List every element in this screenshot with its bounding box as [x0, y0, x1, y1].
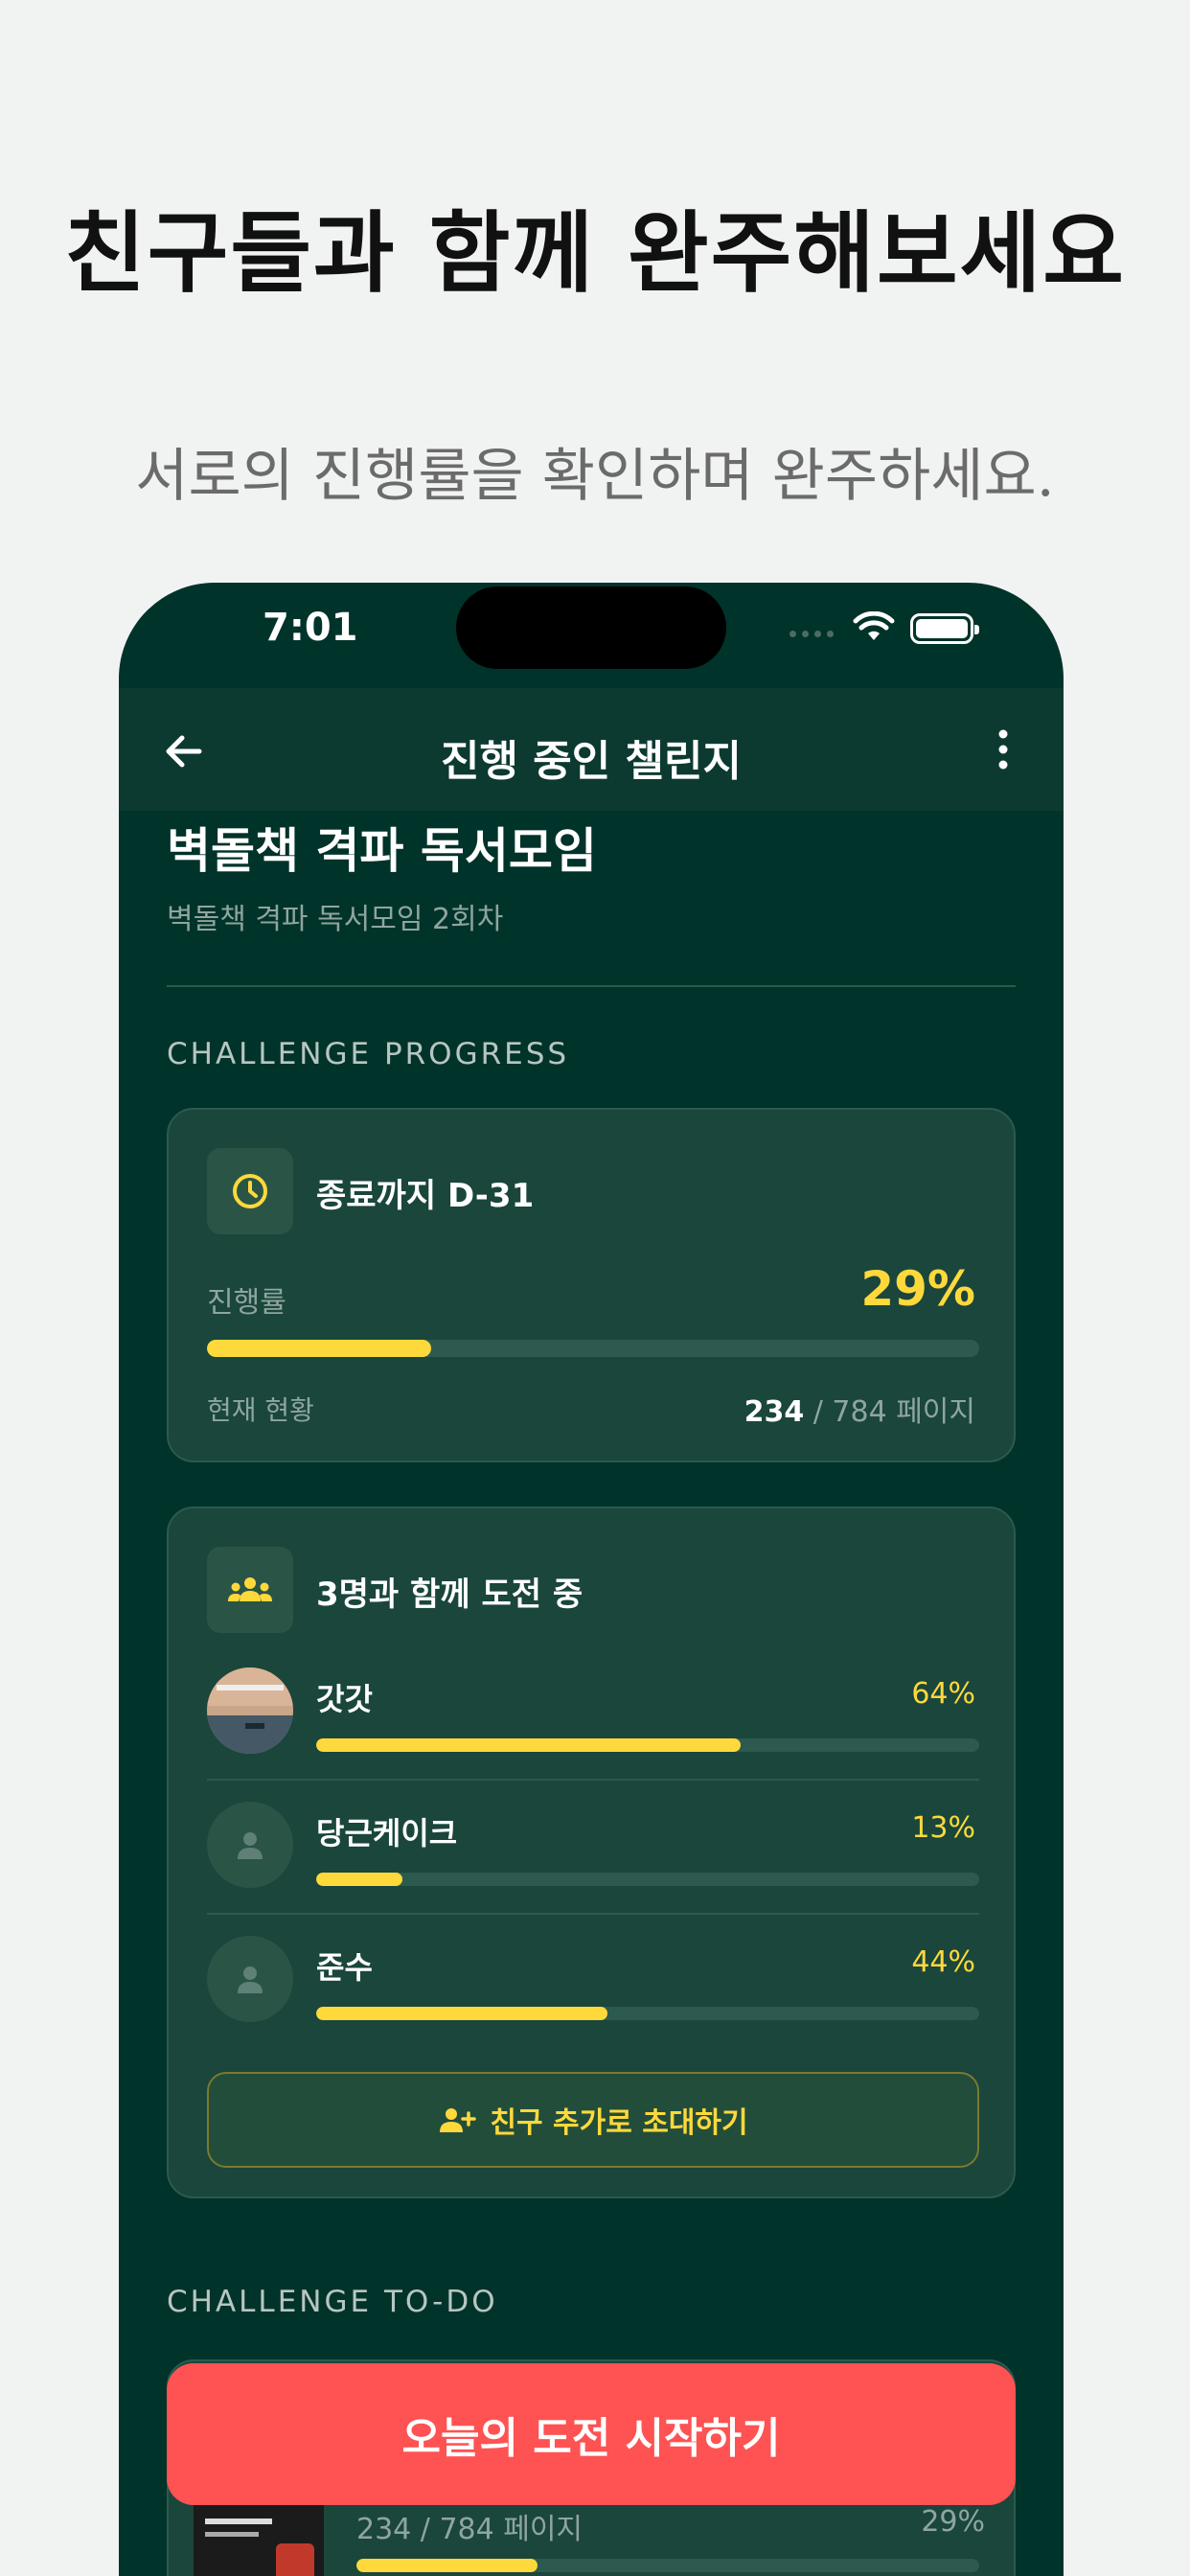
member-name: 당근케이크 — [316, 1815, 458, 1852]
member-avatar-default[interactable] — [207, 1802, 293, 1888]
member-progress-fill — [316, 1738, 741, 1752]
start-challenge-button[interactable]: 오늘의 도전 시작하기 — [167, 2363, 1016, 2505]
photo-avatar-image — [207, 1668, 293, 1754]
member-divider — [207, 1913, 979, 1915]
deadline-label: 종료까지 D-31 — [316, 1177, 535, 1215]
divider — [167, 985, 1016, 987]
todo-progress-fill — [356, 2559, 538, 2572]
book-cover-image — [194, 2505, 324, 2576]
member-progress-fill — [316, 1873, 402, 1886]
progress-track — [207, 1340, 979, 1357]
progress-fill — [207, 1340, 431, 1357]
start-challenge-label: 오늘의 도전 시작하기 — [401, 2414, 781, 2463]
member-track — [316, 1738, 979, 1752]
phone-screen: 7:01 진행 중인 챌린지 벽돌책 격파 독서모임 벽돌책 격파 독서모임 2… — [119, 583, 1064, 2576]
more-options-icon[interactable] — [989, 726, 1018, 772]
member-progress-fill — [316, 2007, 608, 2020]
current-status-label: 현재 현황 — [207, 1394, 314, 1426]
user-icon — [238, 1832, 263, 1859]
todo-section-label: CHALLENGE TO-DO — [167, 2285, 498, 2319]
promo-headline: 친구들과 함께 완주해보세요 — [64, 202, 1126, 305]
add-user-icon — [440, 2108, 477, 2132]
group-icon-box — [207, 1547, 293, 1633]
progress-percent: 29% — [860, 1261, 975, 1317]
member-divider — [207, 1779, 979, 1781]
todo-page-count: 234 / 784 페이지 — [356, 2513, 584, 2546]
clock-icon — [233, 1174, 267, 1208]
challenge-subtitle: 벽돌책 격파 독서모임 2회차 — [167, 903, 504, 936]
member-percent: 64% — [911, 1677, 975, 1711]
status-bar: 7:01 — [119, 583, 1064, 688]
group-heading: 3명과 함께 도전 중 — [316, 1576, 584, 1614]
progress-label: 진행률 — [207, 1286, 286, 1320]
member-avatar-photo[interactable] — [207, 1668, 293, 1754]
dynamic-island — [456, 586, 726, 669]
group-card: 3명과 함께 도전 중 갓갓 64% 당근케이크 13% 준수 44% 친구 추… — [167, 1506, 1016, 2198]
member-name: 갓갓 — [316, 1681, 373, 1717]
nav-title: 진행 중인 챌린지 — [441, 737, 742, 786]
battery-icon — [910, 613, 979, 644]
clock-icon-box — [207, 1148, 293, 1234]
page-count: 234 / 784 페이지 — [744, 1388, 975, 1430]
member-percent: 13% — [911, 1811, 975, 1845]
status-time: 7:01 — [263, 606, 358, 650]
progress-card: 종료까지 D-31 진행률 29% 현재 현황 234 / 784 페이지 — [167, 1108, 1016, 1462]
signal-icon — [790, 631, 834, 637]
progress-section-label: CHALLENGE PROGRESS — [167, 1037, 570, 1071]
todo-track — [356, 2559, 979, 2572]
nav-bar: 진행 중인 챌린지 — [119, 688, 1064, 811]
member-percent: 44% — [911, 1945, 975, 1979]
invite-label: 친구 추가로 초대하기 — [490, 2106, 748, 2140]
member-track — [316, 2007, 979, 2020]
challenge-title: 벽돌책 격파 독서모임 — [167, 823, 597, 879]
invite-friends-button[interactable]: 친구 추가로 초대하기 — [207, 2072, 979, 2168]
promo-subline: 서로의 진행률을 확인하며 완주하세요. — [135, 443, 1055, 510]
group-icon — [228, 1577, 272, 1601]
todo-percent: 29% — [921, 2505, 985, 2539]
member-avatar-default[interactable] — [207, 1936, 293, 2022]
user-icon — [238, 1966, 263, 1993]
member-track — [316, 1873, 979, 1886]
member-name: 준수 — [316, 1949, 373, 1986]
current-pages: 234 — [744, 1395, 805, 1429]
total-pages: / 784 페이지 — [812, 1395, 975, 1429]
wifi-icon — [853, 611, 895, 640]
